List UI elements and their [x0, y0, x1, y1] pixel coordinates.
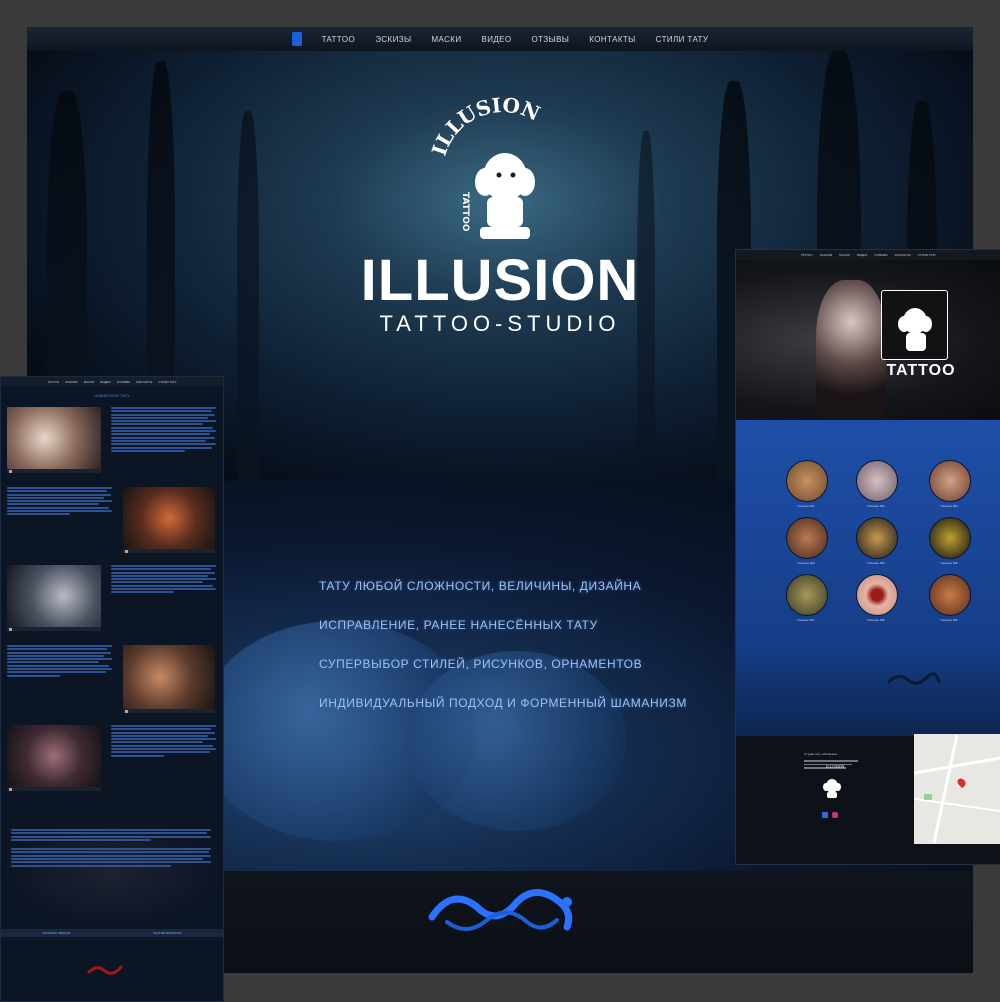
nav-sketches[interactable]: ЭСКИЗЫ: [65, 380, 78, 384]
gallery-thumb[interactable]: [929, 517, 971, 559]
text-block: [7, 487, 112, 551]
nav-masks[interactable]: МАСКИ: [839, 253, 850, 257]
gallery-caption[interactable]: Галерея №9: [919, 618, 979, 622]
nav-reviews[interactable]: ОТЗЫВЫ: [117, 380, 130, 384]
text-block: [111, 725, 216, 795]
nav-tattoo[interactable]: TATTOO: [801, 253, 813, 257]
text-block: [7, 645, 112, 715]
nav-contacts[interactable]: КОНТАКТЫ: [895, 253, 911, 257]
tattoo-photo[interactable]: [123, 645, 215, 709]
nav-masks[interactable]: МАСКИ: [431, 35, 461, 44]
svg-text:TATTOO: TATTOO: [460, 192, 470, 232]
gallery-thumb[interactable]: [786, 517, 828, 559]
nav-video[interactable]: ВИДЕО: [100, 380, 111, 384]
nav-sketches[interactable]: ЭСКИЗЫ: [820, 253, 833, 257]
hero-title: TATTOO: [886, 362, 956, 379]
nav-sketches[interactable]: ЭСКИЗЫ: [375, 35, 411, 44]
gallery-caption[interactable]: Галерея №1: [776, 504, 836, 508]
right-hero: [736, 260, 1000, 420]
gallery-caption[interactable]: Галерея №7: [776, 618, 836, 622]
service-item: ИСПРАВЛЕНИЕ, РАНЕЕ НАНЕСЁННЫХ ТАТУ: [319, 618, 598, 632]
nav-styles[interactable]: СТИЛИ ТАТУ: [918, 253, 936, 257]
nav-styles[interactable]: СТИЛИ ТАТУ: [656, 35, 709, 44]
service-item: ТАТУ ЛЮБОЙ СЛОЖНОСТИ, ВЕЛИЧИНЫ, ДИЗАЙНА: [319, 579, 642, 593]
map-park: [924, 794, 932, 800]
gallery-section: Галерея №1 Галерея №2 Галерея №3 Галерея…: [736, 420, 1000, 736]
dragon-ornament-icon: [87, 965, 123, 975]
gallery-thumb[interactable]: [929, 460, 971, 502]
tattoo-photo[interactable]: [7, 407, 101, 469]
studio-name: Студия тату «Иллюзия»: [804, 752, 838, 756]
text-block: [11, 829, 211, 899]
page-title: НАВИКОЛОЕ ТАТУ: [94, 393, 130, 398]
nav-tattoo[interactable]: TATTOO: [47, 380, 59, 384]
gallery-thumb[interactable]: [856, 574, 898, 616]
model-photo: [816, 280, 886, 420]
vk-icon[interactable]: [822, 812, 828, 818]
tattoo-photo[interactable]: [7, 565, 101, 627]
nav-video[interactable]: ВИДЕО: [857, 253, 868, 257]
video-player-bar[interactable]: [7, 469, 101, 473]
video-player-bar[interactable]: [123, 709, 215, 713]
left-window-preview: TATTOO ЭСКИЗЫ МАСКИ ВИДЕО ОТЗЫВЫ КОНТАКТ…: [0, 376, 224, 1002]
service-item: ИНДИВИДУАЛЬНЫЙ ПОДХОД И ФОРМЕННЫЙ ШАМАНИ…: [319, 696, 687, 710]
service-item: СУПЕРВЫБОР СТИЛЕЙ, РИСУНКОВ, ОРНАМЕНТОВ: [319, 657, 643, 671]
right-window-preview: TATTOO ЭСКИЗЫ МАСКИ ВИДЕО ОТЗЫВЫ КОНТАКТ…: [735, 249, 1000, 865]
tattoo-photo[interactable]: [123, 487, 215, 549]
left-footer-bar: ЗАКАЗАТЬ ЗВОНОК ЧАСТЫЕ ВОПРОСЫ: [1, 929, 223, 937]
nav-tattoo[interactable]: TATTOO: [322, 35, 356, 44]
text-block: [111, 565, 216, 629]
gallery-caption[interactable]: Галерея №5: [846, 561, 906, 565]
callback-link[interactable]: ЗАКАЗАТЬ ЗВОНОК: [42, 931, 70, 935]
nav-contacts[interactable]: КОНТАКТЫ: [136, 380, 152, 384]
gallery-thumb[interactable]: [786, 460, 828, 502]
text-block: [111, 407, 216, 497]
video-player-bar[interactable]: [7, 627, 101, 631]
footer-brand: ILLUSION: [826, 764, 845, 769]
elephant-logo-icon: [823, 779, 841, 798]
gallery-thumb[interactable]: [929, 574, 971, 616]
video-player-bar[interactable]: [7, 787, 101, 791]
video-player-bar[interactable]: [123, 549, 215, 553]
right-navbar: TATTOO ЭСКИЗЫ МАСКИ ВИДЕО ОТЗЫВЫ КОНТАКТ…: [736, 250, 1000, 260]
instagram-icon[interactable]: [832, 812, 838, 818]
nav-reviews[interactable]: ОТЗЫВЫ: [874, 253, 887, 257]
svg-text:ILLUSION: ILLUSION: [427, 97, 544, 159]
elephant-logo-icon: ILLUSION TATTOO: [427, 97, 544, 239]
dragon-ornament-icon: [428, 889, 573, 931]
location-map[interactable]: [914, 734, 1000, 844]
nav-styles[interactable]: СТИЛИ ТАТУ: [158, 380, 176, 384]
tattoo-photo[interactable]: [7, 725, 101, 787]
gallery-caption[interactable]: Галерея №3: [919, 504, 979, 508]
map-pin-icon[interactable]: [955, 776, 968, 789]
nav-masks[interactable]: МАСКИ: [84, 380, 95, 384]
gallery-thumb[interactable]: [856, 460, 898, 502]
nav-video[interactable]: ВИДЕО: [481, 35, 511, 44]
gallery-caption[interactable]: Галерея №8: [846, 618, 906, 622]
dragon-ornament-icon: [887, 672, 941, 685]
gallery-thumb[interactable]: [786, 574, 828, 616]
gallery-caption[interactable]: Галерея №2: [846, 504, 906, 508]
left-navbar: TATTOO ЭСКИЗЫ МАСКИ ВИДЕО ОТЗЫВЫ КОНТАКТ…: [1, 377, 223, 386]
gallery-caption[interactable]: Галерея №6: [919, 561, 979, 565]
elephant-logo-icon: [881, 290, 948, 360]
logo-icon[interactable]: [291, 32, 302, 46]
faq-link[interactable]: ЧАСТЫЕ ВОПРОСЫ: [153, 931, 182, 935]
gallery-thumb[interactable]: [856, 517, 898, 559]
main-navbar: TATTOO ЭСКИЗЫ МАСКИ ВИДЕО ОТЗЫВЫ КОНТАКТ…: [27, 27, 973, 51]
gallery-caption[interactable]: Галерея №4: [776, 561, 836, 565]
nav-reviews[interactable]: ОТЗЫВЫ: [532, 35, 570, 44]
nav-contacts[interactable]: КОНТАКТЫ: [589, 35, 635, 44]
